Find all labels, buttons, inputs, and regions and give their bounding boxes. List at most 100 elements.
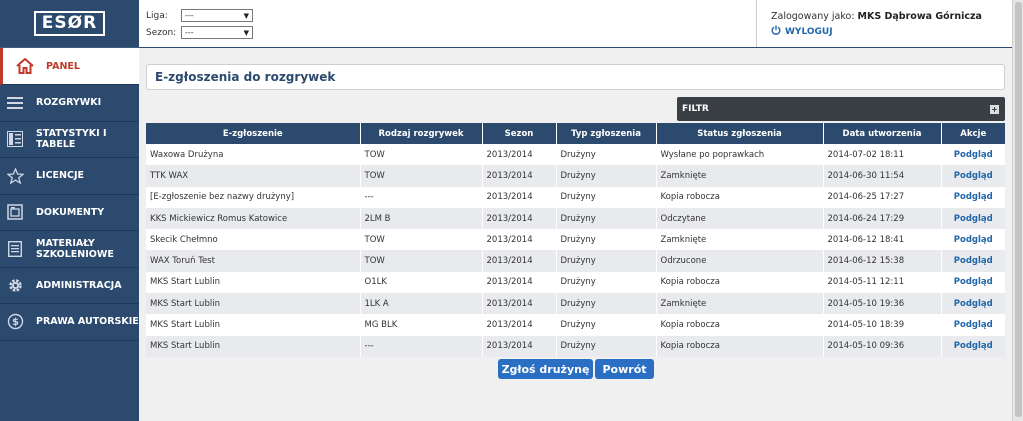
table-row: MKS Start Lublin MG BLK 2013/2014 Drużyny Ko… (146, 314, 1005, 336)
sidebar: ESØR PANEL ROZGRYWKI STATYSTYKI I TABELE… (0, 0, 139, 421)
table-cell: Drużyny (556, 229, 657, 251)
table-cell: Kopia robocza (656, 335, 824, 357)
table-cell: Drużyny (556, 250, 657, 272)
sidebar-item-panel[interactable]: PANEL (0, 48, 139, 85)
table-cell: 2013/2014 (482, 207, 557, 230)
preview-link[interactable]: Podgląd (954, 214, 993, 224)
actions-cell: Podgląd (941, 144, 1005, 166)
table-cell: 2014-05-10 19:36 (823, 293, 942, 315)
table-cell: MG BLK (360, 314, 483, 336)
actions-cell: Podgląd (941, 186, 1005, 208)
table-cell: 2014-06-25 17:27 (823, 186, 942, 208)
preview-link[interactable]: Podgląd (954, 171, 993, 181)
table-row: TTK WAX TOW 2013/2014 Drużyny Zamknięte 2014-… (146, 165, 1005, 187)
preview-link[interactable]: Podgląd (954, 235, 993, 245)
column-header[interactable]: Typ zgłoszenia (556, 123, 657, 144)
expand-icon[interactable]: + (990, 104, 999, 114)
menu-icon (6, 94, 24, 112)
sezon-select-value: --- (185, 28, 194, 37)
table-cell: Skecik Chełmno (146, 229, 361, 251)
table-cell: Drużyny (556, 207, 657, 230)
actions-cell: Podgląd (941, 207, 1005, 230)
preview-link[interactable]: Podgląd (954, 256, 993, 266)
table-cell: 2014-06-30 11:54 (823, 165, 942, 187)
table-row: [E-zgłoszenie bez nazwy drużyny] --- 2013/… (146, 186, 1005, 208)
table-row: KKS Mickiewicz Romus Katowice 2LM B 2013/2… (146, 207, 1005, 230)
column-header[interactable]: Data utworzenia (823, 123, 942, 144)
scrollbar-thumb[interactable] (1015, 2, 1022, 417)
table-cell: TOW (360, 165, 483, 187)
filter-panel-toggle[interactable]: FILTR + (677, 97, 1005, 121)
main-content: E-zgłoszenia do rozgrywek FILTR + E-zgło… (139, 49, 1012, 421)
sezon-select[interactable]: --- ▼ (181, 26, 253, 39)
sidebar-item-label: ROZGRYWKI (36, 97, 102, 109)
materials-icon (6, 240, 24, 258)
sidebar-item-label: PANEL (46, 60, 80, 72)
table-cell: --- (360, 335, 483, 357)
table-row: MKS Start Lublin --- 2013/2014 Drużyny Kopia… (146, 335, 1005, 357)
table-cell: KKS Mickiewicz Romus Katowice (146, 207, 361, 230)
actions-cell: Podgląd (941, 250, 1005, 272)
table-cell: MKS Start Lublin (146, 335, 361, 357)
preview-link[interactable]: Podgląd (954, 299, 993, 309)
table-cell: Kopia robocza (656, 271, 824, 294)
table-cell: TOW (360, 229, 483, 251)
column-header: Akcje (941, 123, 1005, 144)
table-cell: WAX Toruń Test (146, 250, 361, 272)
logout-link[interactable]: WYLOGUJ (771, 25, 1012, 38)
column-header[interactable]: Rodzaj rozgrywek (360, 123, 483, 144)
column-header[interactable]: E-zgłoszenie (146, 123, 361, 144)
table-header-row: E-zgłoszenie Rodzaj rozgrywek Sezon Typ … (146, 123, 1005, 144)
logged-in-name: MKS Dąbrowa Górnicza (857, 11, 982, 22)
table-cell: Zamknięte (656, 229, 824, 251)
sidebar-item-label: STATYSTYKI I TABELE (36, 128, 107, 151)
sidebar-item-licencje[interactable]: LICENCJE (0, 158, 139, 195)
table-cell: Kopia robocza (656, 314, 824, 336)
sidebar-item-rozgrywki[interactable]: ROZGRYWKI (0, 85, 139, 122)
preview-link[interactable]: Podgląd (954, 277, 993, 287)
table-cell: Zamknięte (656, 293, 824, 315)
table-cell: 2013/2014 (482, 144, 557, 166)
preview-link[interactable]: Podgląd (954, 192, 993, 202)
table-cell: 2014-05-11 12:11 (823, 271, 942, 294)
actions-cell: Podgląd (941, 165, 1005, 187)
table-cell: TOW (360, 144, 483, 166)
sidebar-item-label: DOKUMENTY (36, 206, 105, 218)
chevron-down-icon: ▼ (243, 28, 249, 37)
table-cell: 2014-07-02 18:11 (823, 144, 942, 166)
table-cell: MKS Start Lublin (146, 293, 361, 315)
table-cell: 2013/2014 (482, 271, 557, 294)
sidebar-item-label: ADMINISTRACJA (36, 279, 122, 291)
preview-link[interactable]: Podgląd (954, 320, 993, 330)
esor-logo[interactable]: ESØR (33, 11, 106, 36)
table-row: MKS Start Lublin O1LK 2013/2014 Drużyny Kopi… (146, 271, 1005, 294)
page-title: E-zgłoszenia do rozgrywek (146, 64, 1005, 90)
table-cell: Drużyny (556, 335, 657, 357)
table-cell: 2014-06-12 15:38 (823, 250, 942, 272)
sidebar-item-dokumenty[interactable]: DOKUMENTY (0, 195, 139, 231)
table-cell: 2LM B (360, 207, 483, 230)
table-cell: Drużyny (556, 144, 657, 166)
table-cell: [E-zgłoszenie bez nazwy drużyny] (146, 186, 361, 208)
liga-select[interactable]: --- ▼ (181, 9, 253, 22)
column-header[interactable]: Status zgłoszenia (656, 123, 824, 144)
table-cell: 2014-06-12 18:41 (823, 229, 942, 251)
table-cell: Odrzucone (656, 250, 824, 272)
liga-filter: Liga: --- ▼ (146, 7, 253, 24)
sezon-label: Sezon: (146, 27, 177, 38)
table-cell: 2013/2014 (482, 229, 557, 251)
back-button[interactable]: Powrót (595, 359, 654, 379)
preview-link[interactable]: Podgląd (954, 341, 993, 351)
table-cell: Zamknięte (656, 165, 824, 187)
table-cell: Kopia robocza (656, 186, 824, 208)
preview-link[interactable]: Podgląd (954, 150, 993, 160)
scrollbar[interactable] (1012, 0, 1023, 421)
sidebar-item-materialy[interactable]: MATERIAŁY SZKOLENIOWE (0, 231, 139, 268)
sidebar-item-prawa-autorskie[interactable]: $ PRAWA AUTORSKIE (0, 304, 139, 341)
column-header[interactable]: Sezon (482, 123, 557, 144)
submit-team-button[interactable]: Zgłoś drużynę (498, 359, 593, 379)
sidebar-item-administracja[interactable]: ADMINISTRACJA (0, 268, 139, 304)
sidebar-item-statystyki[interactable]: STATYSTYKI I TABELE (0, 122, 139, 158)
table-cell: --- (360, 186, 483, 208)
home-icon (16, 57, 34, 75)
